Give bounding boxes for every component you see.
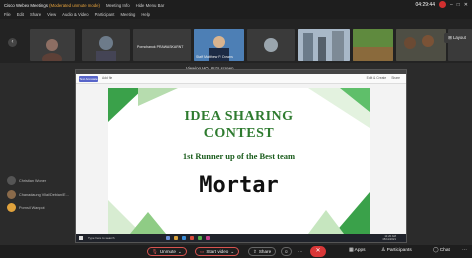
leave-meeting-button[interactable]: ✕ bbox=[310, 246, 326, 257]
participant-tile[interactable] bbox=[396, 29, 446, 61]
avatar bbox=[42, 39, 62, 61]
title-bar: Cisco Webex Meetings (Moderated unmute m… bbox=[0, 0, 472, 10]
shared-toolbar-label: Add fle bbox=[102, 76, 113, 80]
reactions-button[interactable]: ☺ bbox=[281, 247, 292, 256]
slide-team-name: Mortar bbox=[199, 173, 279, 198]
share-button[interactable]: ⇪ Share bbox=[248, 247, 277, 256]
side-item[interactable]: Chanadaung Vilai/Debian/E... bbox=[7, 190, 69, 199]
participant-name: Pornchanok PRAWASKARNT bbox=[137, 45, 184, 49]
menu-file[interactable]: File bbox=[4, 12, 11, 17]
record-icon[interactable] bbox=[438, 1, 446, 8]
taskbar-clock: 11:20 AM 15/11/2021 bbox=[382, 234, 396, 241]
slide-title-line2: CONTEST bbox=[203, 126, 275, 141]
more-icon: ··· bbox=[298, 249, 303, 254]
close-icon: ✕ bbox=[315, 248, 321, 254]
close-button[interactable]: ✕ bbox=[464, 2, 468, 8]
start-video-button[interactable]: ▭ Start video ⌄ bbox=[195, 247, 240, 256]
meeting-controls: 🎙 Unmute ⌄ ▭ Start video ⌄ ⇪ Share ☺ ···… bbox=[0, 245, 472, 258]
presentation-slide: IDEA SHARING CONTEST 1st Runner up of th… bbox=[108, 88, 370, 234]
participant-tile[interactable]: Staff Matthew P. Downs bbox=[194, 29, 244, 61]
side-item[interactable]: Christian Woner bbox=[7, 176, 46, 185]
apps-button[interactable]: ▦ Apps bbox=[349, 248, 366, 253]
taskbar-search: Type here to search bbox=[88, 236, 115, 240]
windows-icon bbox=[79, 236, 83, 240]
slide-title-line1: IDEA SHARING bbox=[184, 109, 294, 124]
app-title: Cisco Webex Meetings (Moderated unmute m… bbox=[4, 2, 100, 8]
chevron-down-icon[interactable]: ⌄ bbox=[178, 248, 182, 255]
meeting-timer: 04:29:44 bbox=[415, 1, 435, 8]
side-item-name: Pornsil Wanpot bbox=[19, 205, 45, 210]
mode-text: (Moderated unmute mode) bbox=[49, 2, 100, 8]
menu-bar: File Edit Share View Audio & Video Parti… bbox=[0, 10, 472, 19]
menu-share[interactable]: Share bbox=[30, 12, 41, 17]
taskbar-app-icon bbox=[174, 236, 178, 240]
avatar bbox=[96, 36, 116, 61]
taskbar-app-icon bbox=[198, 236, 202, 240]
video-feed bbox=[396, 29, 446, 61]
apps-icon: ▦ bbox=[349, 248, 354, 253]
participant-tile[interactable] bbox=[247, 29, 295, 61]
chat-button[interactable]: ◯ Chat bbox=[433, 248, 450, 253]
participant-tile[interactable] bbox=[353, 29, 393, 61]
taskbar-app-icon bbox=[182, 236, 186, 240]
chat-icon: ◯ bbox=[433, 248, 439, 253]
side-item-name: Chanadaung Vilai/Debian/E... bbox=[19, 192, 69, 197]
participant-name: Staff Matthew P. Downs bbox=[196, 55, 233, 59]
chevron-left-icon[interactable]: ‹ bbox=[8, 38, 17, 47]
taskbar-app-icon bbox=[190, 236, 194, 240]
side-participants: Christian Woner Chanadaung Vilai/Debian/… bbox=[0, 170, 74, 220]
shared-toolbar-button: Text Annotate bbox=[79, 76, 98, 82]
avatar bbox=[7, 176, 16, 185]
side-item-name: Christian Woner bbox=[19, 178, 47, 183]
chevron-down-icon[interactable]: ⌄ bbox=[230, 248, 234, 255]
menu-participant[interactable]: Participant bbox=[95, 12, 115, 17]
minimize-button[interactable]: – bbox=[450, 2, 453, 8]
shared-screen: Text Annotate Add fle Edit & Create Shar… bbox=[75, 69, 407, 243]
menu-view[interactable]: View bbox=[47, 12, 56, 17]
hide-menu-button[interactable]: Hide Menu Bar bbox=[136, 3, 165, 8]
participants-button[interactable]: ♙ Participants bbox=[381, 248, 412, 253]
share-icon: ⇪ bbox=[253, 249, 257, 254]
menu-meeting[interactable]: Meeting bbox=[120, 12, 135, 17]
person-icon: ♙ bbox=[381, 248, 386, 253]
edit-create-label: Edit & Create bbox=[366, 76, 387, 80]
taskbar-app-icon bbox=[166, 236, 170, 240]
layout-button[interactable]: ⊞ Layout bbox=[444, 33, 470, 43]
maximize-button[interactable]: □ bbox=[457, 2, 460, 8]
participant-tile[interactable] bbox=[30, 29, 75, 61]
more-icon: ⋯ bbox=[462, 248, 467, 253]
slide-subtitle: 1st Runner up of the Best team bbox=[182, 151, 296, 161]
participant-strip: ‹ Pornchanok PRAWASKARNT Staff Matthew P… bbox=[0, 19, 472, 63]
more-options-button[interactable]: ⋯ bbox=[462, 248, 467, 253]
mic-muted-icon: 🎙 bbox=[152, 249, 158, 254]
avatar bbox=[264, 38, 278, 52]
avatar bbox=[7, 203, 16, 212]
video-feed bbox=[298, 29, 350, 61]
more-options-button[interactable]: ··· bbox=[296, 247, 305, 256]
shared-app-toolbar: Text Annotate Add fle Edit & Create Shar… bbox=[76, 74, 406, 84]
share-label: Share bbox=[391, 76, 400, 80]
smile-icon: ☺ bbox=[284, 249, 289, 254]
menu-audio-video[interactable]: Audio & Video bbox=[62, 12, 88, 17]
side-item[interactable]: Pornsil Wanpot bbox=[7, 203, 45, 212]
participant-tile[interactable] bbox=[298, 29, 350, 61]
menu-help[interactable]: Help bbox=[141, 12, 150, 17]
video-off-icon: ▭ bbox=[200, 249, 205, 254]
participant-tile[interactable] bbox=[82, 29, 130, 61]
shared-taskbar: Type here to search 11:20 AM 15/11/2021 bbox=[76, 234, 406, 242]
avatar bbox=[7, 190, 16, 199]
menu-edit[interactable]: Edit bbox=[17, 12, 24, 17]
video-feed bbox=[353, 29, 393, 61]
unmute-button[interactable]: 🎙 Unmute ⌄ bbox=[147, 247, 187, 256]
participant-tile[interactable]: Pornchanok PRAWASKARNT bbox=[133, 29, 191, 61]
meeting-info-button[interactable]: Meeting Info bbox=[106, 3, 130, 8]
taskbar-app-icon bbox=[206, 236, 210, 240]
